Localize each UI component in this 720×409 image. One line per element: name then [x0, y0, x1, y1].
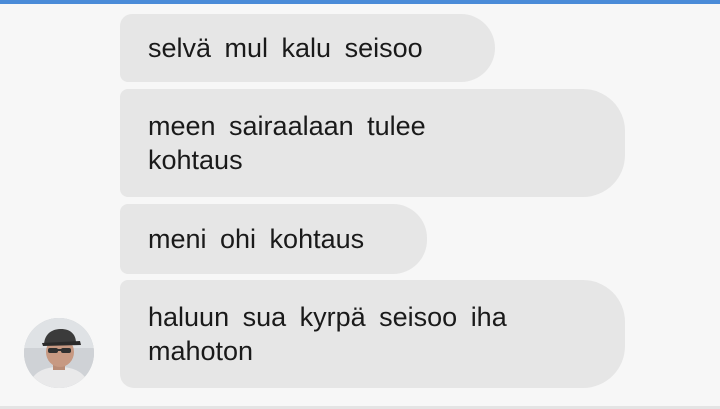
message-text: meen sairaalaan tulee kohtaus	[148, 111, 426, 175]
top-accent-bar	[0, 0, 720, 4]
message-text: haluun sua kyrpä seisoo iha mahoton	[148, 302, 507, 366]
message-bubble[interactable]: meni ohi kohtaus	[120, 204, 427, 274]
sender-avatar[interactable]	[24, 318, 94, 388]
user-avatar-photo-icon	[24, 318, 94, 388]
message-bubble[interactable]: selvä mul kalu seisoo	[120, 14, 495, 82]
message-bubble[interactable]: meen sairaalaan tulee kohtaus	[120, 89, 625, 197]
message-text: meni ohi kohtaus	[148, 224, 365, 254]
message-bubble[interactable]: haluun sua kyrpä seisoo iha mahoton	[120, 280, 625, 388]
message-text: selvä mul kalu seisoo	[148, 33, 423, 63]
